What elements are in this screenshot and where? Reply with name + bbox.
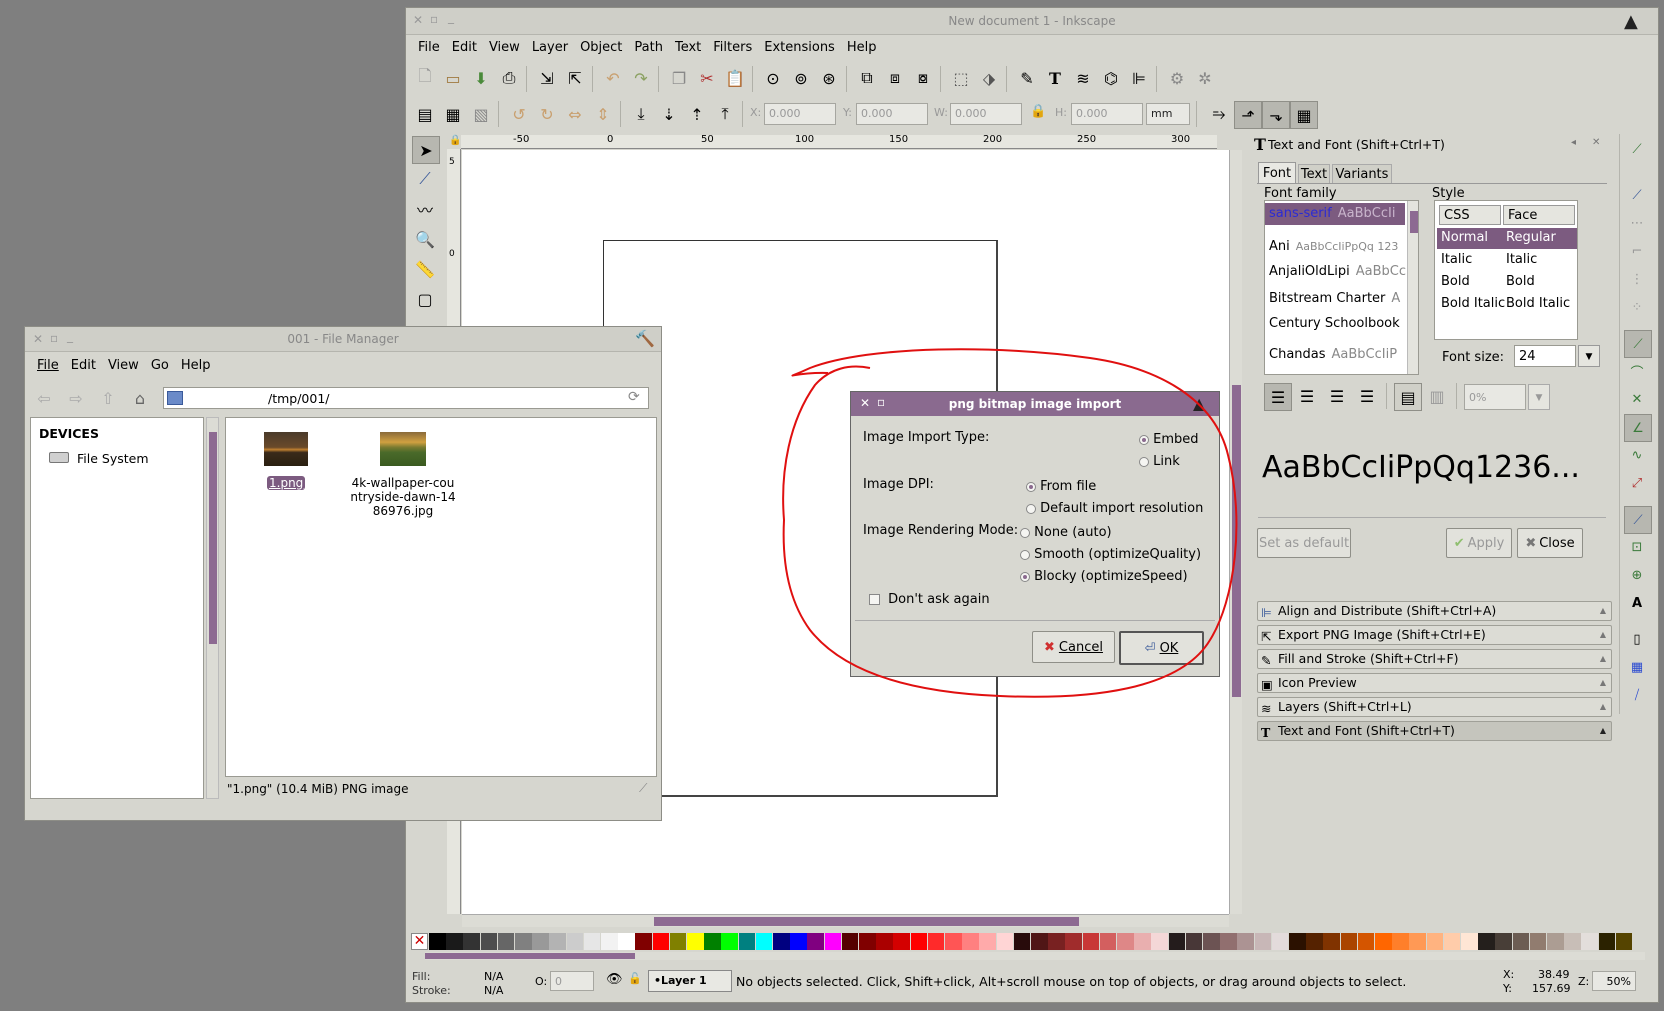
red-circle-stroke [782,348,1238,698]
red-circle-annotation [782,348,1238,698]
